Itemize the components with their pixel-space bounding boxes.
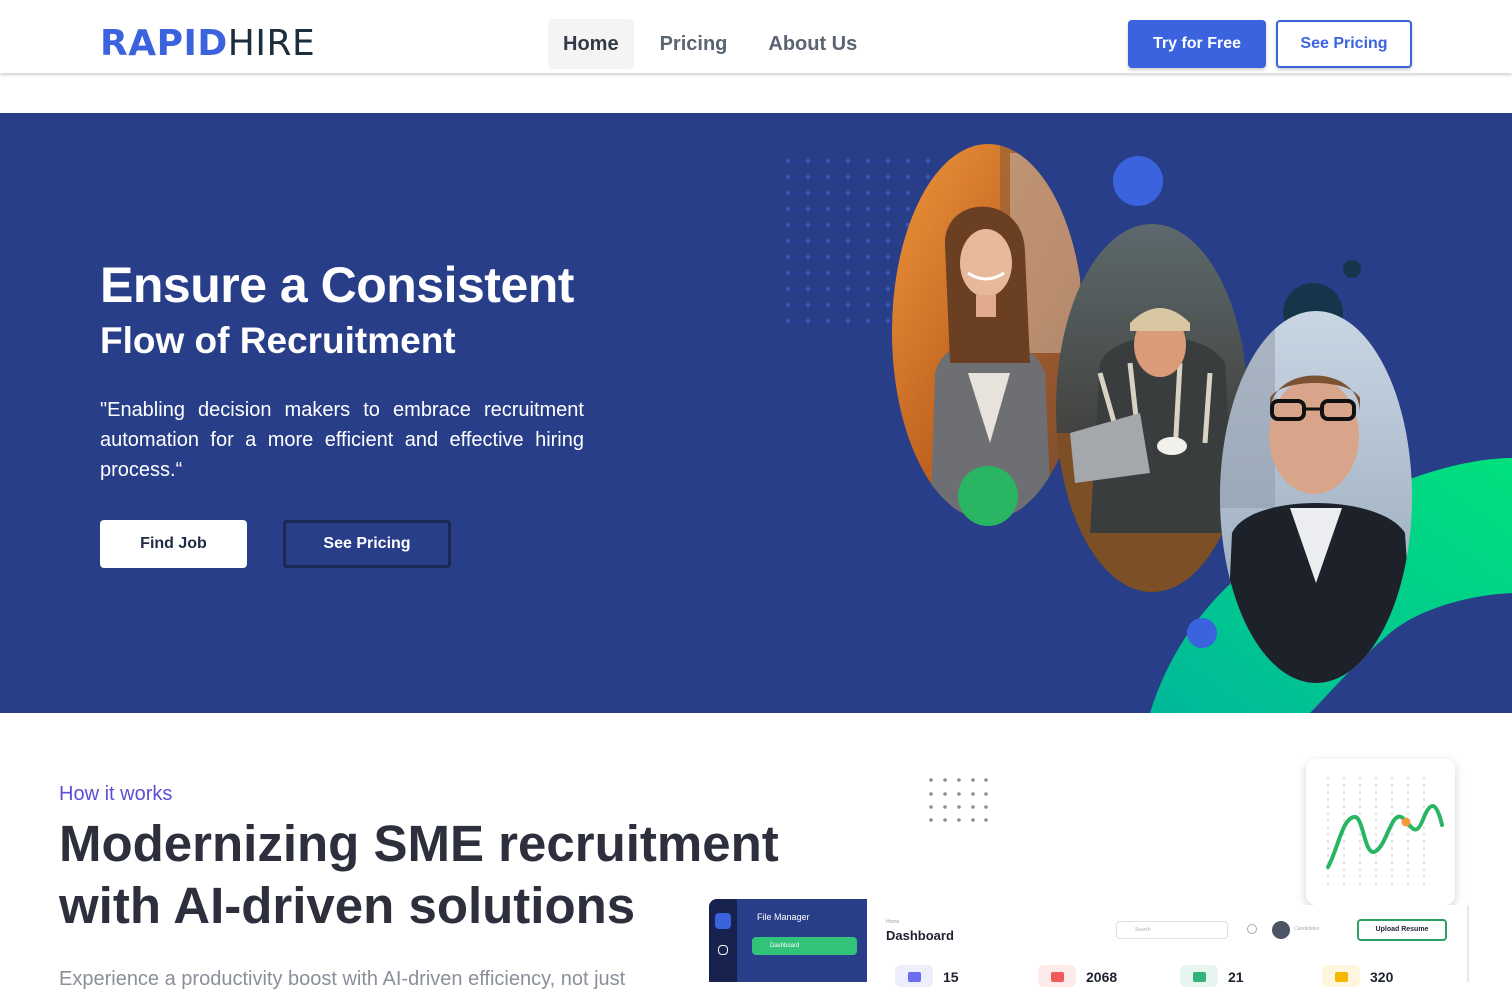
dashboard-breadcrumb: Home xyxy=(886,919,900,925)
section-description: Experience a productivity boost with AI-… xyxy=(59,968,626,990)
nav-see-pricing-button[interactable]: See Pricing xyxy=(1276,20,1412,68)
logo-bold-text: RAPID xyxy=(100,23,228,64)
people-icon xyxy=(1180,965,1218,987)
small-blue-circle-decoration xyxy=(1187,618,1217,648)
dashboard-main-panel: Home Dashboard Search Candidates Upload … xyxy=(867,905,1469,987)
file-manager-label: File Manager xyxy=(757,912,810,922)
document-icon xyxy=(1038,965,1076,987)
dashboard-sidebar: File Manager Dashboard xyxy=(709,899,867,982)
nav-links: Home Pricing About Us xyxy=(548,19,883,69)
hero-quote: "Enabling decision makers to embrace rec… xyxy=(100,399,584,481)
nav-link-home[interactable]: Home xyxy=(548,19,634,69)
try-for-free-button[interactable]: Try for Free xyxy=(1128,20,1266,68)
folder-icon xyxy=(1322,965,1360,987)
dashboard-icon-rail xyxy=(709,899,737,982)
file-icon[interactable] xyxy=(718,945,728,955)
top-navbar: RAPIDHIRE Home Pricing About Us Try for … xyxy=(0,0,1512,73)
trend-line-chart xyxy=(1326,777,1444,887)
stat-value: 15 xyxy=(943,969,959,985)
hero-title: Ensure a Consistent xyxy=(100,257,574,313)
dashboard-search-input[interactable]: Search xyxy=(1116,921,1228,939)
hero-section: Ensure a Consistent Flow of Recruitment … xyxy=(0,113,1512,713)
hero-see-pricing-button[interactable]: See Pricing xyxy=(283,520,451,568)
dashboard-nav-item[interactable]: Dashboard xyxy=(752,937,857,955)
bell-icon[interactable] xyxy=(1247,924,1257,934)
hero-subtitle: Flow of Recruitment xyxy=(100,320,456,361)
nav-link-pricing[interactable]: Pricing xyxy=(645,19,743,69)
stat-value: 2068 xyxy=(1086,969,1118,985)
trend-point xyxy=(1401,817,1411,827)
dashboard-title: Dashboard xyxy=(886,928,954,943)
candidates-dropdown[interactable]: Candidates xyxy=(1294,926,1319,932)
briefcase-icon xyxy=(895,965,933,987)
find-job-button[interactable]: Find Job xyxy=(100,520,247,568)
logo-light-text: HIRE xyxy=(227,23,316,64)
logo[interactable]: RAPIDHIRE xyxy=(100,24,315,64)
home-icon[interactable] xyxy=(715,913,731,929)
avatar[interactable] xyxy=(1272,921,1290,939)
small-dot-grid-decoration xyxy=(929,778,988,822)
stat-value: 21 xyxy=(1228,969,1244,985)
trend-line xyxy=(1326,804,1444,869)
trend-chart-card xyxy=(1306,759,1455,905)
nav-link-about-us[interactable]: About Us xyxy=(753,19,872,69)
stat-value: 320 xyxy=(1370,969,1394,985)
dark-dot-decoration xyxy=(1343,260,1361,278)
upload-resume-button[interactable]: Upload Resume xyxy=(1357,919,1447,941)
green-circle-decoration xyxy=(958,466,1018,526)
blue-circle-decoration xyxy=(1113,156,1163,206)
section-label: How it works xyxy=(59,783,173,805)
